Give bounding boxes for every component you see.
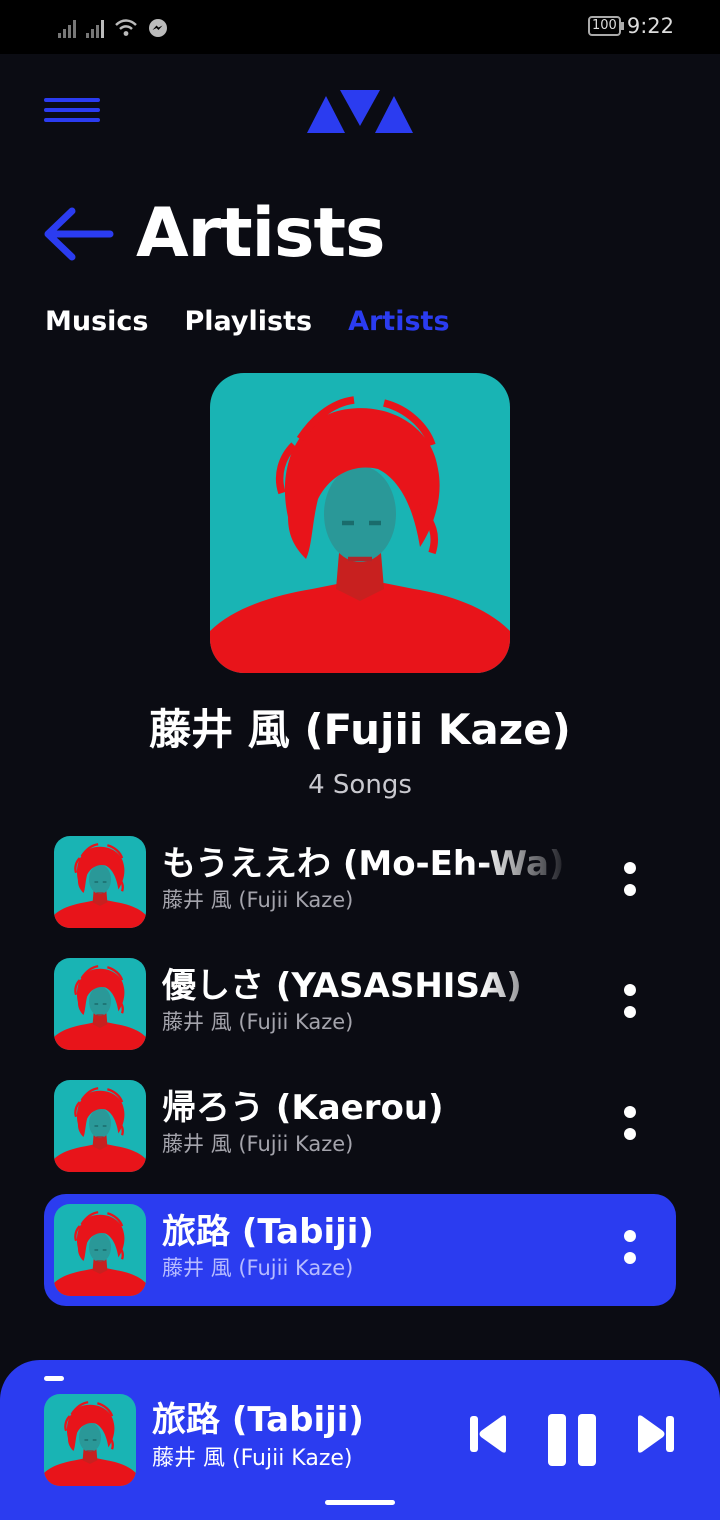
- song-item[interactable]: 帰ろう (Kaerou) 藤井 風 (Fujii Kaze): [44, 1070, 676, 1182]
- home-indicator: [325, 1500, 395, 1505]
- song-artist: 藤井 風 (Fujii Kaze): [162, 1132, 354, 1156]
- song-thumbnail: [54, 958, 146, 1050]
- song-item-active[interactable]: 旅路 (Tabiji) 藤井 風 (Fujii Kaze): [44, 1194, 676, 1306]
- player-thumbnail: [44, 1394, 136, 1486]
- song-title: 旅路 (Tabiji): [162, 1212, 374, 1252]
- song-thumbnail: [54, 836, 146, 928]
- messenger-icon: [149, 19, 167, 37]
- more-vertical-icon[interactable]: [620, 978, 640, 1034]
- previous-icon[interactable]: [468, 1412, 508, 1456]
- signal-icon: [58, 18, 76, 38]
- song-thumbnail: [54, 1080, 146, 1172]
- song-item[interactable]: 優しさ (YASASHISA) 藤井 風 (Fujii Kaze): [44, 948, 676, 1060]
- status-icons-right: 100 9:22: [588, 14, 674, 38]
- song-count: 4 Songs: [308, 770, 412, 800]
- tab-artists[interactable]: Artists: [348, 306, 449, 337]
- status-time: 9:22: [626, 14, 674, 38]
- more-vertical-icon[interactable]: [620, 856, 640, 912]
- pause-icon[interactable]: [546, 1412, 598, 1468]
- more-vertical-icon[interactable]: [620, 1224, 640, 1280]
- tab-playlists[interactable]: Playlists: [185, 306, 313, 337]
- song-title: 帰ろう (Kaerou): [162, 1088, 444, 1128]
- status-bar: 100 9:22: [0, 0, 720, 54]
- artist-image: [210, 373, 510, 673]
- more-vertical-icon[interactable]: [620, 1100, 640, 1156]
- back-arrow-icon[interactable]: [42, 206, 114, 262]
- category-tabs: Musics Playlists Artists: [45, 306, 450, 337]
- player-handle[interactable]: [44, 1376, 64, 1381]
- song-title: 優しさ (YASASHISA): [162, 966, 522, 1006]
- song-item[interactable]: もうええわ (Mo-Eh-Wa) 藤井 風 (Fujii Kaze): [44, 826, 676, 938]
- song-artist: 藤井 風 (Fujii Kaze): [162, 1256, 354, 1280]
- tab-musics[interactable]: Musics: [45, 306, 149, 337]
- song-artist: 藤井 風 (Fujii Kaze): [162, 888, 354, 912]
- wifi-icon: [115, 19, 137, 36]
- signal-icon: [86, 18, 104, 38]
- mini-player[interactable]: 旅路 (Tabiji) 藤井 風 (Fujii Kaze): [0, 1360, 720, 1520]
- app-logo-icon: [307, 90, 413, 133]
- song-artist: 藤井 風 (Fujii Kaze): [162, 1010, 354, 1034]
- page-title: Artists: [136, 194, 385, 273]
- next-icon[interactable]: [636, 1412, 676, 1456]
- song-thumbnail: [54, 1204, 146, 1296]
- song-title: もうええわ (Mo-Eh-Wa): [162, 844, 565, 884]
- artist-name: 藤井 風 (Fujii Kaze): [149, 705, 571, 754]
- menu-icon[interactable]: [44, 98, 100, 124]
- player-title: 旅路 (Tabiji): [152, 1400, 364, 1440]
- status-icons-left: [58, 16, 168, 40]
- player-artist: 藤井 風 (Fujii Kaze): [152, 1446, 353, 1471]
- battery-icon: 100: [588, 16, 624, 36]
